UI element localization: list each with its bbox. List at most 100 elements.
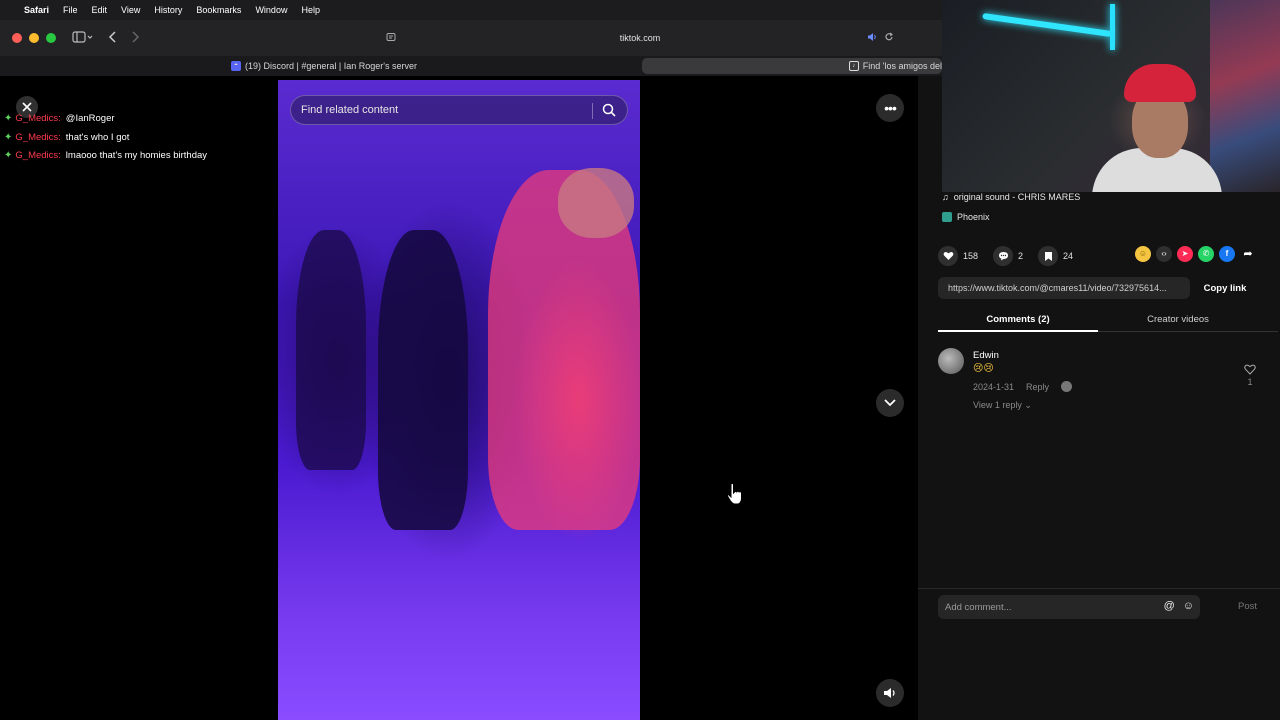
menubar-app-name[interactable]: Safari: [24, 5, 49, 15]
next-video-button[interactable]: [876, 389, 904, 417]
comment-button[interactable]: [993, 246, 1014, 266]
repost-icon[interactable]: ☺: [1135, 246, 1151, 262]
volume-button[interactable]: [876, 679, 904, 707]
mention-icon[interactable]: @: [1164, 600, 1175, 612]
stream-chat-overlay: ✦ G_Medics: @IanRoger ✦ G_Medics: that's…: [4, 110, 207, 166]
comment-count: 2: [1018, 251, 1024, 261]
chat-badge-icon: ✦: [4, 113, 13, 124]
bookmark-icon: [1044, 251, 1052, 261]
send-to-friends-icon[interactable]: ➤: [1177, 246, 1193, 262]
chevron-down-icon: ⌄: [1024, 400, 1032, 410]
active-tab-indicator: [938, 330, 1098, 332]
search-divider: [592, 103, 593, 119]
neon-light: [982, 12, 1112, 38]
save-count: 24: [1063, 251, 1074, 261]
chat-badge-icon: ✦: [4, 131, 13, 143]
tab-creator-videos[interactable]: Creator videos: [1098, 314, 1258, 325]
page-menu-icon[interactable]: [386, 32, 396, 44]
video-link: https://www.tiktok.com/@cmares11/video/7…: [948, 283, 1167, 293]
save-button[interactable]: [1038, 246, 1059, 266]
chat-text: lmaooo that's my homies birthday: [65, 150, 208, 161]
location-icon: [942, 212, 952, 222]
tab-comments[interactable]: Comments (2): [938, 314, 1098, 325]
comment-like-button[interactable]: 1: [1244, 364, 1256, 387]
add-comment-input[interactable]: Add comment... @ ☺: [938, 595, 1200, 619]
search-icon[interactable]: [601, 102, 617, 121]
video-figure: [296, 230, 366, 470]
video-link-field[interactable]: https://www.tiktok.com/@cmares11/video/7…: [938, 277, 1190, 299]
more-options-button[interactable]: •••: [876, 94, 904, 122]
like-button[interactable]: [938, 246, 958, 266]
menu-history[interactable]: History: [154, 5, 182, 15]
chat-username: G_Medics:: [15, 150, 61, 161]
copy-link-button[interactable]: Copy link: [1194, 277, 1256, 299]
wall-art: [1210, 0, 1280, 192]
embed-icon[interactable]: ‹›: [1156, 246, 1172, 262]
music-note-icon: ♫: [942, 192, 949, 202]
tab-title: (19) Discord | #general | Ian Roger's se…: [245, 61, 417, 71]
more-icon: •••: [884, 100, 897, 116]
view-replies-label: View 1 reply: [973, 400, 1022, 410]
post-button[interactable]: Post: [1238, 601, 1257, 612]
comment-icon: [998, 252, 1008, 261]
comment-text: 😢😢: [973, 363, 994, 374]
back-icon[interactable]: [108, 30, 118, 46]
heart-icon: [943, 252, 953, 260]
close-window-button[interactable]: [12, 33, 22, 43]
engagement-bar: 158 2 24: [938, 246, 1083, 266]
avatar[interactable]: [938, 348, 964, 374]
tiktok-icon: ♪: [848, 61, 859, 71]
video-player[interactable]: [278, 80, 640, 720]
creator-liked-icon: [1061, 381, 1073, 392]
share-icon[interactable]: ➦: [1240, 246, 1256, 262]
mouse-cursor-icon: [726, 482, 744, 511]
chat-message: ✦ G_Medics: that's who I got: [4, 129, 207, 148]
tab-title: Find 'los amigos del: [862, 61, 942, 71]
address-url: tiktok.com: [619, 33, 661, 43]
tab-tiktok[interactable]: ♪ Find 'los amigos del: [642, 58, 942, 74]
facebook-icon[interactable]: f: [1219, 246, 1235, 262]
emoji-icon[interactable]: ☺: [1183, 600, 1194, 612]
sound-title: original sound - CHRIS MARES: [953, 192, 1081, 202]
location-link[interactable]: Phoenix: [942, 212, 990, 222]
location-name: Phoenix: [957, 212, 990, 222]
view-replies-button[interactable]: View 1 reply ⌄: [973, 400, 1032, 411]
menu-bookmarks[interactable]: Bookmarks: [196, 5, 241, 15]
comment-meta: 2024-1-31 Reply: [973, 381, 1073, 392]
chat-message: ✦ G_Medics: lmaooo that's my homies birt…: [4, 147, 207, 166]
video-figure: [378, 230, 468, 530]
menu-file[interactable]: File: [63, 5, 78, 15]
minimize-window-button[interactable]: [29, 33, 39, 43]
share-options: ☺ ‹› ➤ ✆ f ➦: [1135, 246, 1256, 262]
menu-help[interactable]: Help: [301, 5, 320, 15]
sound-link[interactable]: ♫ original sound - CHRIS MARES: [942, 192, 1080, 202]
neon-light: [1110, 4, 1115, 50]
forward-icon[interactable]: [130, 30, 140, 46]
search-placeholder: Find related content: [301, 104, 399, 116]
menu-window[interactable]: Window: [255, 5, 287, 15]
address-bar[interactable]: tiktok.com: [380, 28, 900, 48]
add-comment-placeholder: Add comment...: [945, 601, 1012, 613]
sidebar-toggle-icon[interactable]: [72, 30, 94, 46]
whatsapp-icon[interactable]: ✆: [1198, 246, 1214, 262]
reload-icon[interactable]: [884, 32, 894, 44]
chat-badge-icon: ✦: [4, 150, 13, 161]
streamer-hat: [1124, 64, 1196, 102]
menu-view[interactable]: View: [121, 5, 140, 15]
menu-edit[interactable]: Edit: [92, 5, 108, 15]
window-controls: [12, 33, 56, 43]
zoom-window-button[interactable]: [46, 33, 56, 43]
chat-username: G_Medics:: [15, 131, 61, 143]
comment-like-count: 1: [1247, 377, 1253, 387]
reply-button[interactable]: Reply: [1026, 382, 1049, 392]
comments-tabs: Comments (2) Creator videos: [938, 308, 1278, 332]
like-count: 158: [963, 251, 979, 261]
speaker-icon[interactable]: [867, 32, 878, 44]
video-figure: [558, 168, 634, 238]
comment-author[interactable]: Edwin: [973, 350, 999, 361]
chat-username: G_Medics:: [15, 113, 61, 124]
tab-discord[interactable]: ◓ (19) Discord | #general | Ian Roger's …: [8, 58, 640, 74]
related-content-search[interactable]: Find related content: [290, 95, 628, 125]
heart-outline-icon: [1244, 364, 1256, 375]
comment-composer: Add comment... @ ☺ Post: [918, 588, 1280, 644]
